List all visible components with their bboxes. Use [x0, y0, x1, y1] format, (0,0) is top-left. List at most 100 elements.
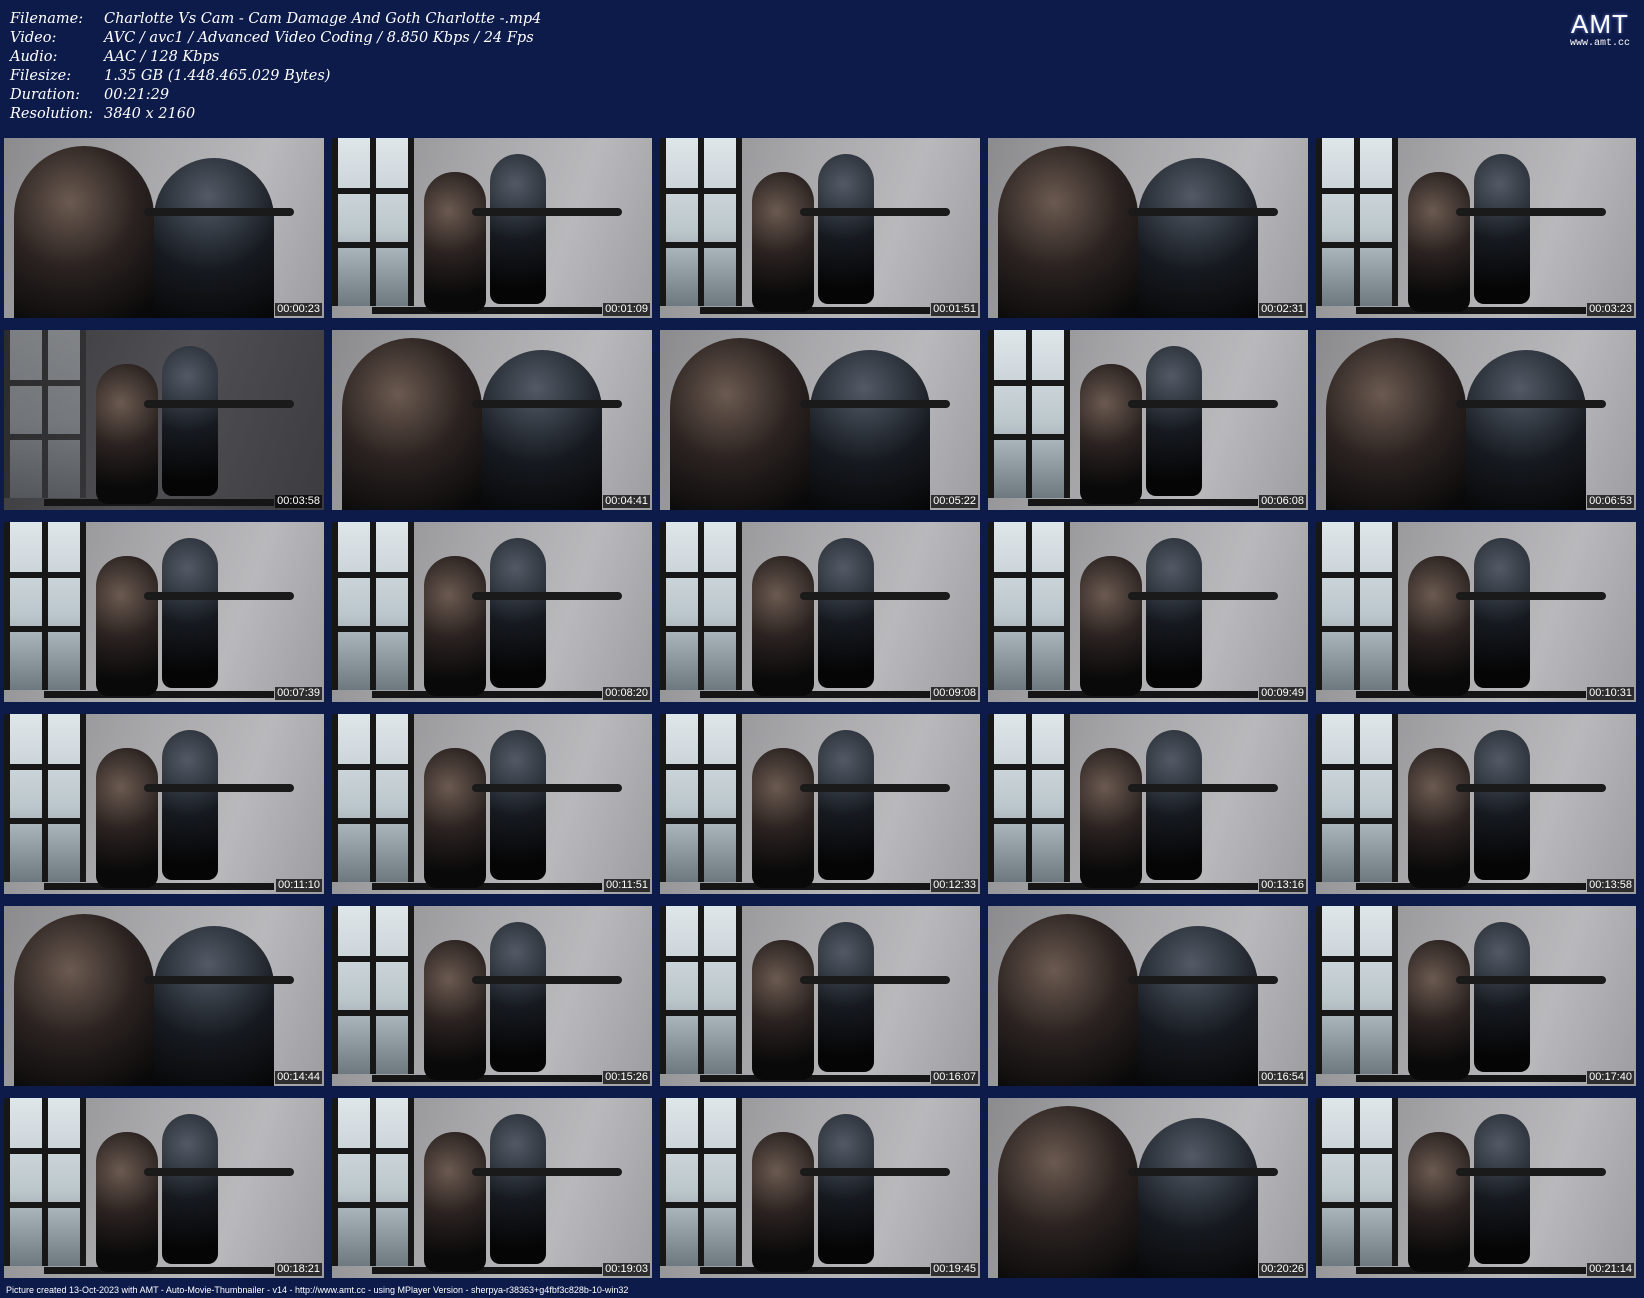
thumbnail[interactable]: 00:18:21 — [4, 1098, 324, 1278]
thumbnail[interactable]: 00:14:44 — [4, 906, 324, 1086]
thumbnail-stock — [144, 1168, 294, 1176]
thumbnail[interactable]: 00:19:03 — [332, 1098, 652, 1278]
thumbnail-figure-a — [96, 748, 158, 888]
thumbnail[interactable]: 00:12:33 — [660, 714, 980, 894]
thumbnail-figure-b — [490, 730, 546, 880]
timestamp-label: 00:14:44 — [275, 1071, 322, 1084]
thumbnail[interactable]: 00:16:54 — [988, 906, 1308, 1086]
thumbnail-stock — [1456, 592, 1606, 600]
timestamp-label: 00:03:23 — [1587, 303, 1634, 316]
info-key: Resolution: — [10, 106, 94, 122]
thumbnail[interactable]: 00:02:31 — [988, 138, 1308, 318]
thumbnail-window — [4, 714, 86, 882]
thumbnail-frame-bar — [1028, 499, 1258, 506]
thumbnail[interactable]: 00:16:07 — [660, 906, 980, 1086]
thumbnail-figure-a — [752, 940, 814, 1080]
thumbnail-figure-b — [162, 730, 218, 880]
thumbnail[interactable]: 00:03:23 — [1316, 138, 1636, 318]
thumbnail[interactable]: 00:03:58 — [4, 330, 324, 510]
thumbnail[interactable]: 00:11:10 — [4, 714, 324, 894]
thumbnail[interactable]: 00:20:26 — [988, 1098, 1308, 1278]
thumbnail[interactable]: 00:19:45 — [660, 1098, 980, 1278]
thumbnail[interactable]: 00:07:39 — [4, 522, 324, 702]
thumbnail-frame-bar — [700, 1075, 930, 1082]
thumbnail-figure-a — [752, 556, 814, 696]
thumbnail-window — [988, 522, 1070, 690]
thumbnail[interactable]: 00:05:22 — [660, 330, 980, 510]
thumbnail-frame-bar — [1028, 691, 1258, 698]
thumbnail-figure-b — [818, 922, 874, 1072]
thumbnail-window — [988, 330, 1070, 498]
timestamp-label: 00:06:53 — [1587, 495, 1634, 508]
thumbnail-stock — [1128, 400, 1278, 408]
thumbnail-figure-a — [752, 748, 814, 888]
timestamp-label: 00:07:39 — [275, 687, 322, 700]
thumbnail[interactable]: 00:21:14 — [1316, 1098, 1636, 1278]
thumbnail-figure-b — [1474, 922, 1530, 1072]
thumbnail-figure-b — [1474, 538, 1530, 688]
thumbnail-window — [1316, 522, 1398, 690]
thumbnail-figure-a — [424, 940, 486, 1080]
thumbnail-window — [660, 522, 742, 690]
thumbnail-figure-a — [14, 914, 154, 1086]
thumbnail-figure-a — [752, 1132, 814, 1272]
thumbnail-figure-b — [1138, 1118, 1258, 1278]
info-row: Resolution: 3840 x 2160 — [10, 105, 541, 124]
thumbnail-stock — [1456, 208, 1606, 216]
timestamp-label: 00:19:45 — [931, 1263, 978, 1276]
thumbnail[interactable]: 00:09:49 — [988, 522, 1308, 702]
thumbnail[interactable]: 00:09:08 — [660, 522, 980, 702]
thumbnail-frame-bar — [372, 307, 602, 314]
thumbnail[interactable]: 00:13:58 — [1316, 714, 1636, 894]
logo-url: www.amt.cc — [1569, 38, 1630, 49]
timestamp-label: 00:03:58 — [275, 495, 322, 508]
thumbnail-window — [660, 714, 742, 882]
thumbnail-figure-b — [154, 158, 274, 318]
timestamp-label: 00:08:20 — [603, 687, 650, 700]
thumbnail-figure-a — [1408, 172, 1470, 312]
thumbnail-frame-bar — [700, 691, 930, 698]
thumbnail[interactable]: 00:08:20 — [332, 522, 652, 702]
thumbnail-window — [332, 138, 414, 306]
thumbnail[interactable]: 00:00:23 — [4, 138, 324, 318]
thumbnail-figure-a — [752, 172, 814, 312]
timestamp-label: 00:06:08 — [1259, 495, 1306, 508]
thumbnail[interactable]: 00:06:53 — [1316, 330, 1636, 510]
thumbnail-figure-b — [818, 1114, 874, 1264]
thumbnail-figure-a — [424, 556, 486, 696]
thumbnail-window — [988, 714, 1070, 882]
thumbnail-stock — [144, 592, 294, 600]
thumbnail[interactable]: 00:01:09 — [332, 138, 652, 318]
timestamp-label: 00:20:26 — [1259, 1263, 1306, 1276]
thumbnail[interactable]: 00:13:16 — [988, 714, 1308, 894]
thumbnail-stock — [800, 592, 950, 600]
timestamp-label: 00:05:22 — [931, 495, 978, 508]
info-value: 1.35 GB (1.448.465.029 Bytes) — [104, 68, 331, 84]
thumbnail-frame-bar — [1356, 307, 1586, 314]
thumbnail-stock — [800, 208, 950, 216]
thumbnail[interactable]: 00:06:08 — [988, 330, 1308, 510]
thumbnail-figure-b — [1146, 730, 1202, 880]
thumbnail[interactable]: 00:04:41 — [332, 330, 652, 510]
thumbnail-stock — [800, 976, 950, 984]
thumbnail-figure-b — [490, 154, 546, 304]
info-key: Filesize: — [10, 68, 72, 84]
thumbnail-figure-b — [154, 926, 274, 1086]
thumbnail[interactable]: 00:01:51 — [660, 138, 980, 318]
timestamp-label: 00:16:54 — [1259, 1071, 1306, 1084]
timestamp-label: 00:10:31 — [1587, 687, 1634, 700]
timestamp-label: 00:00:23 — [275, 303, 322, 316]
thumbnail-figure-b — [1474, 730, 1530, 880]
thumbnail[interactable]: 00:11:51 — [332, 714, 652, 894]
thumbnail[interactable]: 00:15:26 — [332, 906, 652, 1086]
thumbnail[interactable]: 00:17:40 — [1316, 906, 1636, 1086]
info-row: Duration: 00:21:29 — [10, 86, 541, 105]
thumbnail-stock — [800, 400, 950, 408]
contact-sheet: Filename: Charlotte Vs Cam - Cam Damage A… — [0, 0, 1644, 1298]
thumbnail-stock — [472, 592, 622, 600]
thumbnail-frame-bar — [44, 499, 274, 506]
thumbnail-figure-a — [424, 1132, 486, 1272]
info-row: Video: AVC / avc1 / Advanced Video Coding… — [10, 29, 541, 48]
thumbnail-stock — [472, 976, 622, 984]
thumbnail[interactable]: 00:10:31 — [1316, 522, 1636, 702]
